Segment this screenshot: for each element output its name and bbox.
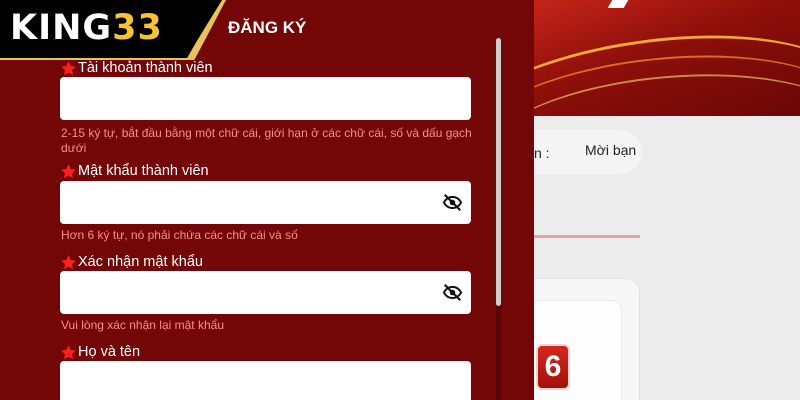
- notice-text: Mời bạn: [585, 142, 637, 158]
- panel-header: KING33 ĐĂNG KÝ: [0, 0, 534, 60]
- required-star-icon: [61, 60, 76, 75]
- eye-slash-icon[interactable]: [442, 193, 463, 212]
- logo-king: KING: [10, 8, 113, 48]
- number-tile[interactable]: 6: [536, 344, 570, 390]
- username-input[interactable]: [60, 77, 471, 120]
- required-star-icon: [61, 163, 76, 178]
- full-name-field-group: Họ và tên: [60, 342, 140, 362]
- full-name-input[interactable]: [60, 361, 471, 400]
- required-star-icon: [61, 344, 76, 359]
- confirm-password-input[interactable]: [60, 271, 471, 314]
- confirm-password-label-text: Xác nhận mật khẩu: [78, 254, 203, 270]
- password-field-group: Mật khẩu thành viên: [60, 161, 209, 181]
- username-hint: 2-15 ký tự, bắt đầu bằng một chữ cái, gi…: [61, 126, 472, 155]
- background-page: g lớn : Mời bạn 6: [520, 0, 800, 400]
- eye-slash-icon[interactable]: [442, 283, 463, 302]
- full-name-label: Họ và tên: [60, 342, 140, 362]
- logo-number: 33: [112, 8, 163, 48]
- password-input[interactable]: [60, 181, 471, 224]
- username-label: Tài khoản thành viên: [60, 58, 213, 78]
- password-hint: Hơn 6 ký tự, nó phải chứa các chữ cái và…: [61, 228, 298, 242]
- username-label-text: Tài khoản thành viên: [78, 60, 213, 76]
- page-title: ĐĂNG KÝ: [228, 18, 307, 37]
- divider: [520, 235, 640, 238]
- password-label-text: Mật khẩu thành viên: [78, 163, 209, 179]
- confirm-password-hint: Vui lòng xác nhận lại mật khẩu: [61, 318, 224, 332]
- logo[interactable]: KING33: [10, 9, 163, 47]
- password-label: Mật khẩu thành viên: [60, 161, 209, 181]
- username-field-group: Tài khoản thành viên: [60, 58, 213, 78]
- required-star-icon: [61, 254, 76, 269]
- full-name-label-text: Họ và tên: [78, 344, 141, 360]
- scrollbar-thumb[interactable]: [496, 38, 501, 306]
- confirm-password-label: Xác nhận mật khẩu: [60, 252, 203, 272]
- background-banner: [520, 0, 800, 116]
- confirm-password-field-group: Xác nhận mật khẩu: [60, 252, 203, 272]
- register-panel: KING33 ĐĂNG KÝ Tài khoản thành viên 2-15…: [0, 0, 534, 400]
